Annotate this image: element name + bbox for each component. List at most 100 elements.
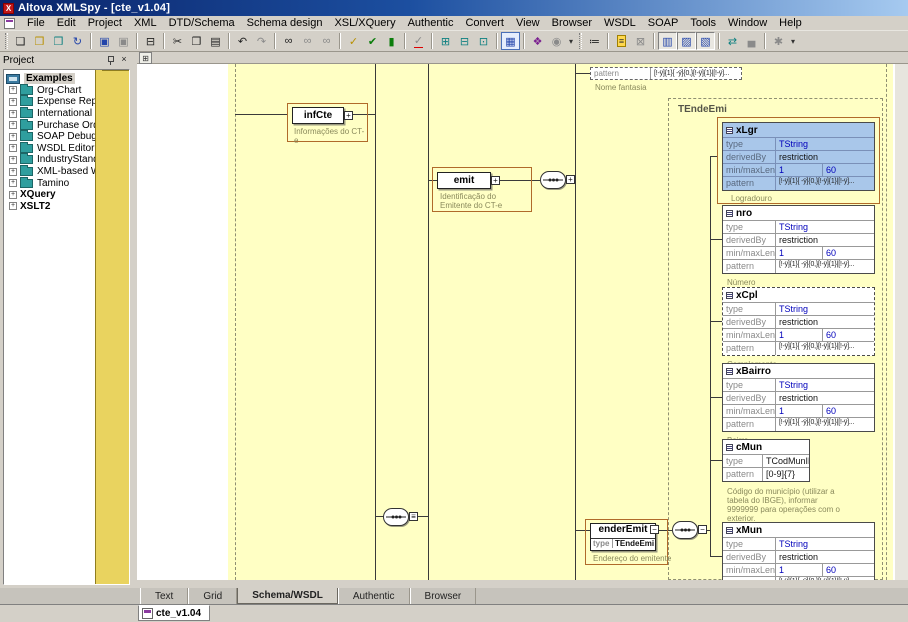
redo-icon[interactable]: ↷ xyxy=(252,32,271,50)
expand-handle-icon[interactable]: + xyxy=(344,111,353,120)
tree-item-xslt2[interactable]: +XSLT2 xyxy=(6,201,129,213)
tab-schema-wsdl[interactable]: Schema/WSDL xyxy=(237,588,338,604)
browser-sync-icon[interactable]: ◉ xyxy=(547,32,566,50)
settings-icon[interactable]: ✱ xyxy=(769,32,788,50)
show-globals-button[interactable]: ⊞ xyxy=(139,52,152,64)
expand-icon[interactable]: + xyxy=(9,86,17,94)
menu-project[interactable]: Project xyxy=(82,16,128,30)
menu-help[interactable]: Help xyxy=(773,16,808,30)
document-tab-cte[interactable]: cte_v1.04 xyxy=(138,605,210,621)
minmaxlen-row[interactable]: min/maxLen160 xyxy=(723,247,874,260)
print-icon[interactable]: ⊟ xyxy=(141,32,160,50)
save-icon[interactable]: ▣ xyxy=(95,32,114,50)
replace-icon[interactable]: ∞ xyxy=(317,32,336,50)
menu-authentic[interactable]: Authentic xyxy=(402,16,460,30)
cut-icon[interactable]: ✂ xyxy=(168,32,187,50)
derivedby-row[interactable]: derivedByrestriction xyxy=(723,392,874,405)
menu-tools[interactable]: Tools xyxy=(684,16,722,30)
expand-handle-icon[interactable]: + xyxy=(491,176,500,185)
sequence-compositor[interactable] xyxy=(672,521,698,539)
pin-icon[interactable] xyxy=(104,54,116,66)
tab-browser[interactable]: Browser xyxy=(410,588,477,604)
derivedby-row[interactable]: derivedByrestriction xyxy=(723,551,874,564)
pattern-row[interactable]: pattern[!-ÿ]{1}[ -ÿ]{0,}[!-ÿ]{1}|[!-ÿ]..… xyxy=(723,418,874,431)
reload-icon[interactable]: ↻ xyxy=(68,32,87,50)
add-child-element-icon[interactable]: ⊡ xyxy=(474,32,493,50)
save-all-icon[interactable]: ▣ xyxy=(114,32,133,50)
database-icon[interactable]: ▄ xyxy=(742,32,761,50)
table-view-icon[interactable]: ▦ xyxy=(501,32,520,50)
derivedby-row[interactable]: derivedByrestriction xyxy=(723,151,874,164)
collapse-handle-icon[interactable]: − xyxy=(698,525,707,534)
pattern-row[interactable]: pattern[!-ÿ]{1}[ -ÿ]{0,}[!-ÿ]{1}|[!-ÿ]..… xyxy=(723,177,874,190)
open-url-icon[interactable]: ❒ xyxy=(49,32,68,50)
type-row[interactable]: typeTString xyxy=(723,303,874,316)
derivedby-row[interactable]: derivedByrestriction xyxy=(723,234,874,247)
new-icon[interactable]: ❏ xyxy=(11,32,30,50)
find-icon[interactable]: ∞ xyxy=(279,32,298,50)
minmaxlen-row[interactable]: min/maxLen160 xyxy=(723,405,874,418)
expand-icon[interactable]: + xyxy=(9,133,17,141)
expand-icon[interactable]: + xyxy=(9,168,17,176)
menu-window[interactable]: Window xyxy=(722,16,773,30)
schema-display-diagram-icon[interactable]: ▨ xyxy=(677,32,696,50)
minmaxlen-row[interactable]: min/maxLen160 xyxy=(723,329,874,342)
type-row[interactable]: typeTString xyxy=(723,221,874,234)
derivedby-row[interactable]: derivedByrestriction xyxy=(723,316,874,329)
type-row[interactable]: typeTString xyxy=(723,379,874,392)
xfant-pattern-box[interactable]: pattern [!-ÿ]{1}[ -ÿ]{0,}[!-ÿ]{1}|[!-ÿ].… xyxy=(590,67,742,80)
menu-wsdl[interactable]: WSDL xyxy=(598,16,642,30)
expand-icon[interactable]: + xyxy=(9,202,17,210)
pattern-row[interactable]: pattern[!-ÿ]{1}[ -ÿ]{0,}[!-ÿ]{1}|[!-ÿ]..… xyxy=(723,342,874,355)
close-icon[interactable]: × xyxy=(118,54,130,66)
element-detail-box-xbairro[interactable]: xBairro typeTString derivedByrestriction… xyxy=(722,363,875,432)
expand-icon[interactable]: + xyxy=(9,98,17,106)
database-lock-icon[interactable]: ⊠ xyxy=(631,32,650,50)
expand-icon[interactable]: + xyxy=(9,110,17,118)
detail-box-header[interactable]: xBairro xyxy=(723,364,874,379)
element-emit[interactable]: emit xyxy=(437,172,491,189)
menu-convert[interactable]: Convert xyxy=(459,16,510,30)
toolbar-overflow-chevron-2[interactable]: ▾ xyxy=(788,37,798,46)
pattern-row[interactable]: pattern[0-9]{7} xyxy=(723,468,809,481)
element-detail-box-nro[interactable]: nro typeTString derivedByrestriction min… xyxy=(722,205,875,274)
copy-icon[interactable]: ❐ xyxy=(187,32,206,50)
open-icon[interactable]: ❒ xyxy=(30,32,49,50)
collapse-handle-icon[interactable]: − xyxy=(650,525,659,534)
minmaxlen-row[interactable]: min/maxLen160 xyxy=(723,564,874,577)
type-row[interactable]: typeTString xyxy=(723,138,874,151)
element-detail-box-xcpl[interactable]: xCpl typeTString derivedByrestriction mi… xyxy=(722,287,875,356)
minmaxlen-row[interactable]: min/maxLen160 xyxy=(723,164,874,177)
menu-edit[interactable]: Edit xyxy=(51,16,82,30)
paste-icon[interactable]: ▤ xyxy=(206,32,225,50)
element-detail-box-xlgr[interactable]: xLgr typeTString derivedByrestriction mi… xyxy=(722,122,875,191)
type-row[interactable]: typeTString xyxy=(723,538,874,551)
detail-box-header[interactable]: xCpl xyxy=(723,288,874,303)
expand-handle-icon[interactable]: + xyxy=(566,175,575,184)
undo-icon[interactable]: ↶ xyxy=(233,32,252,50)
pattern-row[interactable]: pattern[!-ÿ]{1}[ -ÿ]{0,}[!-ÿ]{1}|[!-ÿ]..… xyxy=(723,260,874,273)
schema-display-config-icon[interactable]: ▥ xyxy=(658,32,677,50)
element-detail-box-cmun[interactable]: cMun typeTCodMunIBGE pattern[0-9]{7} xyxy=(722,439,810,482)
pattern-row-value[interactable]: [!-ÿ]{1}[ -ÿ]{0,}[!-ÿ]{1}|[!-ÿ]... xyxy=(651,68,741,79)
sequence-compositor[interactable] xyxy=(383,508,409,526)
menu-schema-design[interactable]: Schema design xyxy=(241,16,329,30)
insert-element-icon[interactable]: ⊞ xyxy=(436,32,455,50)
tab-authentic[interactable]: Authentic xyxy=(338,588,410,604)
element-detail-box-xmun[interactable]: xMun typeTString derivedByrestriction mi… xyxy=(722,522,875,580)
menu-soap[interactable]: SOAP xyxy=(642,16,685,30)
toolbar-gripper[interactable] xyxy=(5,33,8,49)
expand-icon[interactable]: + xyxy=(9,156,17,164)
detail-box-header[interactable]: nro xyxy=(723,206,874,221)
expand-icon[interactable]: + xyxy=(9,144,17,152)
menu-file[interactable]: File xyxy=(21,16,51,30)
check-wellformed-icon[interactable]: ✓ xyxy=(344,32,363,50)
toolbar-gripper-2[interactable] xyxy=(579,33,582,49)
expand-handle-icon[interactable]: ≡ xyxy=(409,512,418,521)
detail-box-header[interactable]: xLgr xyxy=(723,123,874,138)
validate-icon[interactable]: ✔ xyxy=(363,32,382,50)
spelling-icon[interactable]: ✓ xyxy=(409,32,428,50)
tab-grid[interactable]: Grid xyxy=(188,588,237,604)
database-import-icon[interactable]: ≡ xyxy=(612,32,631,50)
document-system-icon[interactable] xyxy=(4,18,15,29)
